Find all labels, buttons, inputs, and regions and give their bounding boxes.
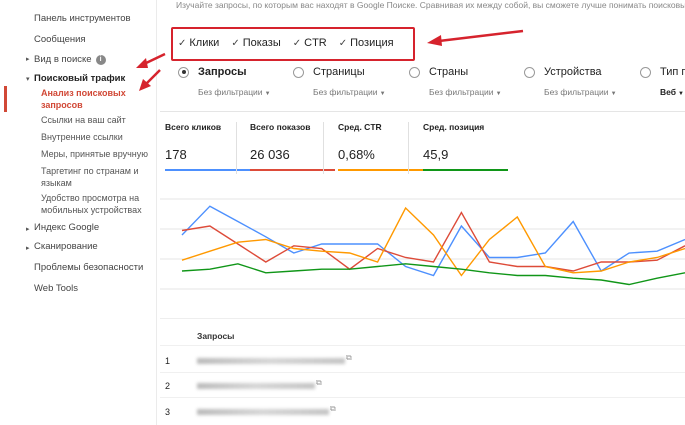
dropdown-arrow-icon: ▼ (264, 91, 271, 97)
sidebar-item-internal-links[interactable]: Внутренние ссылки (41, 132, 123, 144)
dimension-countries[interactable]: Страны Без фильтрации ▼ (409, 66, 502, 97)
divider (408, 122, 409, 174)
external-link-icon[interactable]: ⧉ (346, 353, 352, 363)
chart-lines (181, 205, 685, 286)
redacted-query (197, 409, 329, 415)
performance-chart[interactable] (160, 185, 685, 295)
sidebar-item-google-index[interactable]: Индекс Google (34, 222, 99, 234)
filter-dropdown[interactable]: Без фильтрации ▼ (313, 87, 386, 97)
dropdown-arrow-icon: ▼ (678, 91, 684, 97)
filter-dropdown[interactable]: Веб ▼ (660, 87, 685, 97)
divider (160, 372, 685, 373)
redacted-query (197, 358, 345, 364)
sidebar-item-security[interactable]: Проблемы безопасности (34, 262, 143, 274)
sidebar-item-crawl[interactable]: Сканирование (34, 241, 98, 253)
dimension-selector: Запросы Без фильтрации ▼ Страницы Без фил… (0, 66, 685, 106)
sidebar-item-messages[interactable]: Сообщения (34, 34, 86, 46)
dropdown-arrow-icon: ▼ (379, 91, 386, 97)
check-icon: ✓ (292, 37, 302, 49)
filter-dropdown[interactable]: Без фильтрации ▼ (544, 87, 617, 97)
table-row[interactable]: 3 ⧉ (160, 404, 685, 425)
checkbox-position[interactable]: ✓ Позиция (339, 37, 394, 49)
divider (236, 122, 237, 174)
intro-text: Изучайте запросы, по которым вас находят… (176, 0, 685, 10)
divider (160, 111, 685, 112)
metric-position[interactable]: Сред. позиция 45,9 (423, 122, 508, 171)
filter-dropdown[interactable]: Без фильтрации ▼ (429, 87, 502, 97)
dropdown-arrow-icon: ▼ (495, 91, 502, 97)
external-link-icon[interactable]: ⧉ (330, 404, 336, 414)
caret-right-icon: ▸ (26, 245, 30, 252)
annotation-arrow-checkboxes (427, 29, 524, 46)
dimension-devices[interactable]: Устройства Без фильтрации ▼ (524, 66, 617, 97)
sidebar-item-targeting[interactable]: Таргетинг по странам и языкам (41, 166, 151, 189)
dropdown-arrow-icon: ▼ (610, 91, 617, 97)
table-row[interactable]: 2 ⧉ (160, 378, 685, 406)
metric-clicks[interactable]: Всего кликов 178 (165, 122, 250, 171)
dimension-queries[interactable]: Запросы Без фильтрации ▼ (178, 66, 271, 97)
sidebar-item-links[interactable]: Ссылки на ваш сайт (41, 115, 126, 127)
radio-icon[interactable] (524, 66, 535, 78)
caret-right-icon: ▸ (26, 226, 30, 233)
redacted-query (197, 383, 315, 389)
checkbox-clicks[interactable]: ✓ Клики (178, 37, 219, 49)
filter-dropdown[interactable]: Без фильтрации ▼ (198, 87, 271, 97)
series-line-1 (181, 211, 685, 272)
metric-color-bar (165, 169, 250, 171)
sidebar-item-web-tools[interactable]: Web Tools (34, 283, 78, 295)
dimension-search-type[interactable]: Тип п Веб ▼ (640, 66, 685, 97)
info-icon[interactable]: i (95, 55, 106, 65)
check-icon: ✓ (338, 37, 348, 49)
dimension-pages[interactable]: Страницы Без фильтрации ▼ (293, 66, 386, 97)
sidebar-item-mobile[interactable]: Удобство просмотра на мобильных устройст… (41, 193, 151, 216)
sidebar-item-label: Вид в поиске (34, 54, 92, 65)
checkbox-ctr[interactable]: ✓ CTR (293, 37, 327, 49)
table-header-queries[interactable]: Запросы (197, 331, 234, 341)
row-number: 1 (165, 356, 171, 366)
radio-selected-icon[interactable] (178, 66, 189, 78)
radio-icon[interactable] (409, 66, 420, 78)
metric-ctr[interactable]: Сред. CTR 0,68% (338, 122, 423, 171)
divider (160, 397, 685, 398)
divider (323, 122, 324, 174)
caret-right-icon: ▸ (26, 56, 30, 63)
checkbox-impressions[interactable]: ✓ Показы (231, 37, 280, 49)
table-row[interactable]: 1 ⧉ (160, 353, 685, 381)
check-icon: ✓ (231, 37, 240, 49)
sidebar-item-dashboard[interactable]: Панель инструментов (34, 13, 131, 25)
sidebar-item-search-appearance[interactable]: Вид в поиске i (34, 54, 106, 66)
metric-color-bar (338, 169, 423, 171)
metric-checkboxes: ✓ Клики ✓ Показы ✓ CTR ✓ Позиция (178, 37, 394, 49)
metric-color-bar (423, 169, 508, 171)
external-link-icon[interactable]: ⧉ (316, 378, 322, 388)
row-number: 2 (165, 381, 171, 391)
radio-icon[interactable] (640, 66, 651, 78)
check-icon: ✓ (178, 37, 187, 49)
row-number: 3 (165, 407, 171, 417)
radio-icon[interactable] (293, 66, 304, 78)
divider (160, 345, 685, 346)
sidebar-item-manual-actions[interactable]: Меры, принятые вручную (41, 149, 148, 161)
divider (160, 318, 685, 319)
